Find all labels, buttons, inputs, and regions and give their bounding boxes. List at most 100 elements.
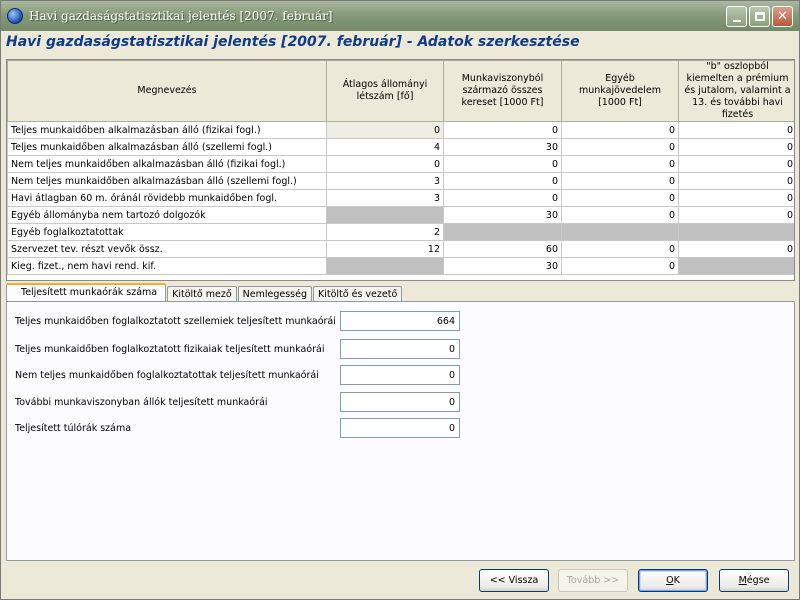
field-label: Teljes munkaidőben foglalkoztatott fizik… xyxy=(15,343,325,355)
table-row: Nem teljes munkaidőben alkalmazásban áll… xyxy=(7,172,794,190)
table-cell[interactable]: 2 xyxy=(326,223,444,241)
column-header-kereset[interactable]: Munkaviszonyból származó összes kereset … xyxy=(443,60,562,122)
window-title: Havi gazdaságstatisztikai jelentés [2007… xyxy=(29,9,333,23)
table-cell xyxy=(326,206,444,224)
ok-label-rest: K xyxy=(673,575,680,586)
field-label: Nem teljes munkaidőben foglalkoztatottak… xyxy=(15,369,319,381)
close-button[interactable]: ✕ xyxy=(772,6,793,27)
back-button[interactable]: << Vissza xyxy=(479,569,549,592)
table-cell[interactable]: 0 xyxy=(561,206,679,224)
table-cell[interactable]: 30 xyxy=(443,138,562,156)
page-title: Havi gazdaságstatisztikai jelentés [2007… xyxy=(6,34,580,50)
data-table: Megnevezés Átlagos állományi létszám [fő… xyxy=(7,60,794,275)
field-label: Teljesített túlórák száma xyxy=(15,422,132,434)
table-cell[interactable]: 3 xyxy=(326,172,444,190)
table-cell[interactable]: 3 xyxy=(326,189,444,207)
data-grid: Megnevezés Átlagos állományi létszám [fő… xyxy=(6,59,795,281)
row-label: Nem teljes munkaidőben alkalmazásban áll… xyxy=(7,172,327,190)
next-button[interactable]: Tovább >> xyxy=(558,569,628,592)
row-label: Egyéb állományba nem tartozó dolgozók xyxy=(7,206,327,224)
row-label: Havi átlagban 60 m. óránál rövidebb munk… xyxy=(7,189,327,207)
table-row: Teljes munkaidőben alkalmazásban álló (f… xyxy=(7,121,794,139)
fizikaiak-munkaorak-input[interactable] xyxy=(340,339,460,359)
table-cell xyxy=(561,223,679,241)
button-bar: << Vissza Tovább >> OK Mégse xyxy=(1,569,800,593)
table-body: Teljes munkaidőben alkalmazásban álló (f… xyxy=(7,121,794,275)
ok-button[interactable]: OK xyxy=(638,569,708,592)
table-cell[interactable]: 0 xyxy=(561,155,679,173)
cancel-button[interactable]: Mégse xyxy=(719,569,789,592)
form-row-fizikaiak-munkaorak: Teljes munkaidőben foglalkoztatott fizik… xyxy=(15,339,475,359)
close-icon: ✕ xyxy=(777,9,788,24)
table-row: Nem teljes munkaidőben alkalmazásban áll… xyxy=(7,155,794,173)
table-row: Egyéb állományba nem tartozó dolgozók 30 0… xyxy=(7,206,794,224)
ok-accel-letter: O xyxy=(666,575,674,586)
tab-strip: Teljesített munkaórák száma Kitöltő mező N… xyxy=(6,283,403,302)
table-cell[interactable]: 0 xyxy=(678,172,794,190)
table-cell[interactable]: 0 xyxy=(443,121,562,139)
cancel-label-rest: égse xyxy=(746,575,770,586)
tulorak-szama-input[interactable] xyxy=(340,418,460,438)
table-cell xyxy=(443,223,562,241)
row-label: Nem teljes munkaidőben alkalmazásban áll… xyxy=(7,155,327,173)
column-header-megnevezes[interactable]: Megnevezés xyxy=(7,60,327,122)
column-header-egyeb-jovedelem[interactable]: Egyéb munkajövedelem [1000 Ft] xyxy=(561,60,679,122)
table-cell[interactable]: 0 xyxy=(678,240,794,258)
table-cell[interactable]: 0 xyxy=(561,257,679,275)
table-cell[interactable]: 0 xyxy=(561,189,679,207)
table-cell[interactable]: 4 xyxy=(326,138,444,156)
table-cell[interactable]: 0 xyxy=(443,155,562,173)
form-row-tovabbi-munkaorak: További munkaviszonyban állók teljesítet… xyxy=(15,392,475,412)
tab-nemlegesseg[interactable]: Nemlegesség xyxy=(237,286,312,302)
field-label: További munkaviszonyban állók teljesítet… xyxy=(15,396,268,408)
header-row: Megnevezés Átlagos állományi létszám [fő… xyxy=(7,60,794,122)
table-cell[interactable]: 0 xyxy=(326,121,444,139)
minimize-icon xyxy=(732,19,741,22)
table-cell[interactable]: 0 xyxy=(678,189,794,207)
table-cell[interactable]: 0 xyxy=(678,155,794,173)
row-label: Egyéb foglalkoztatottak xyxy=(7,223,327,241)
table-cell[interactable]: 0 xyxy=(561,121,679,139)
cancel-accel-letter: M xyxy=(738,575,747,586)
table-cell[interactable]: 0 xyxy=(678,206,794,224)
title-bar[interactable]: Havi gazdaságstatisztikai jelentés [2007… xyxy=(1,1,799,31)
tab-kitolto-es-vezeto[interactable]: Kitöltő és vezető xyxy=(313,286,403,302)
tab-panel-munkaorak: Teljes munkaidőben foglalkoztatott szell… xyxy=(6,301,795,561)
table-cell xyxy=(678,257,794,275)
table-cell[interactable]: 0 xyxy=(443,189,562,207)
table-cell[interactable]: 30 xyxy=(443,206,562,224)
minimize-button[interactable] xyxy=(726,6,747,27)
table-cell[interactable]: 0 xyxy=(678,138,794,156)
table-cell[interactable]: 0 xyxy=(561,138,679,156)
table-cell[interactable]: 12 xyxy=(326,240,444,258)
column-header-letszam[interactable]: Átlagos állományi létszám [fő] xyxy=(326,60,444,122)
nem-teljes-munkaorak-input[interactable] xyxy=(340,365,460,385)
table-cell[interactable]: 0 xyxy=(678,121,794,139)
table-row: Kieg. fizet., nem havi rend. kif. 30 0 xyxy=(7,257,794,275)
maximize-icon xyxy=(754,12,765,21)
table-cell[interactable]: 0 xyxy=(326,155,444,173)
table-row: Szervezet tev. részt vevők össz. 12 60 0 0 xyxy=(7,240,794,258)
szellemiek-munkaorak-input[interactable] xyxy=(340,311,460,331)
row-label: Teljes munkaidőben alkalmazásban álló (s… xyxy=(7,138,327,156)
table-row: Teljes munkaidőben alkalmazásban álló (s… xyxy=(7,138,794,156)
tovabbi-munkaorak-input[interactable] xyxy=(340,392,460,412)
form-row-szellemiek-munkaorak: Teljes munkaidőben foglalkoztatott szell… xyxy=(15,311,475,331)
column-header-premium[interactable]: "b" oszlopból kiemelten a prémium és jut… xyxy=(678,60,794,122)
table-cell[interactable]: 0 xyxy=(561,172,679,190)
app-globe-icon[interactable] xyxy=(7,8,23,24)
tab-teljesitett-munkaorak[interactable]: Teljesített munkaórák száma xyxy=(6,283,167,302)
table-cell[interactable]: 60 xyxy=(443,240,562,258)
field-label: Teljes munkaidőben foglalkoztatott szell… xyxy=(15,315,336,327)
table-cell[interactable]: 30 xyxy=(443,257,562,275)
table-cell xyxy=(326,257,444,275)
table-cell[interactable]: 0 xyxy=(561,240,679,258)
table-row: Egyéb foglalkoztatottak 2 xyxy=(7,223,794,241)
table-cell[interactable]: 0 xyxy=(443,172,562,190)
tab-kitolto-mezo[interactable]: Kitöltő mező xyxy=(167,286,237,302)
row-label: Teljes munkaidőben alkalmazásban álló (f… xyxy=(7,121,327,139)
row-label: Kieg. fizet., nem havi rend. kif. xyxy=(7,257,327,275)
maximize-button[interactable] xyxy=(749,6,770,27)
form-row-tulorak-szama: Teljesített túlórák száma xyxy=(15,418,475,438)
window-controls: ✕ xyxy=(726,6,793,27)
